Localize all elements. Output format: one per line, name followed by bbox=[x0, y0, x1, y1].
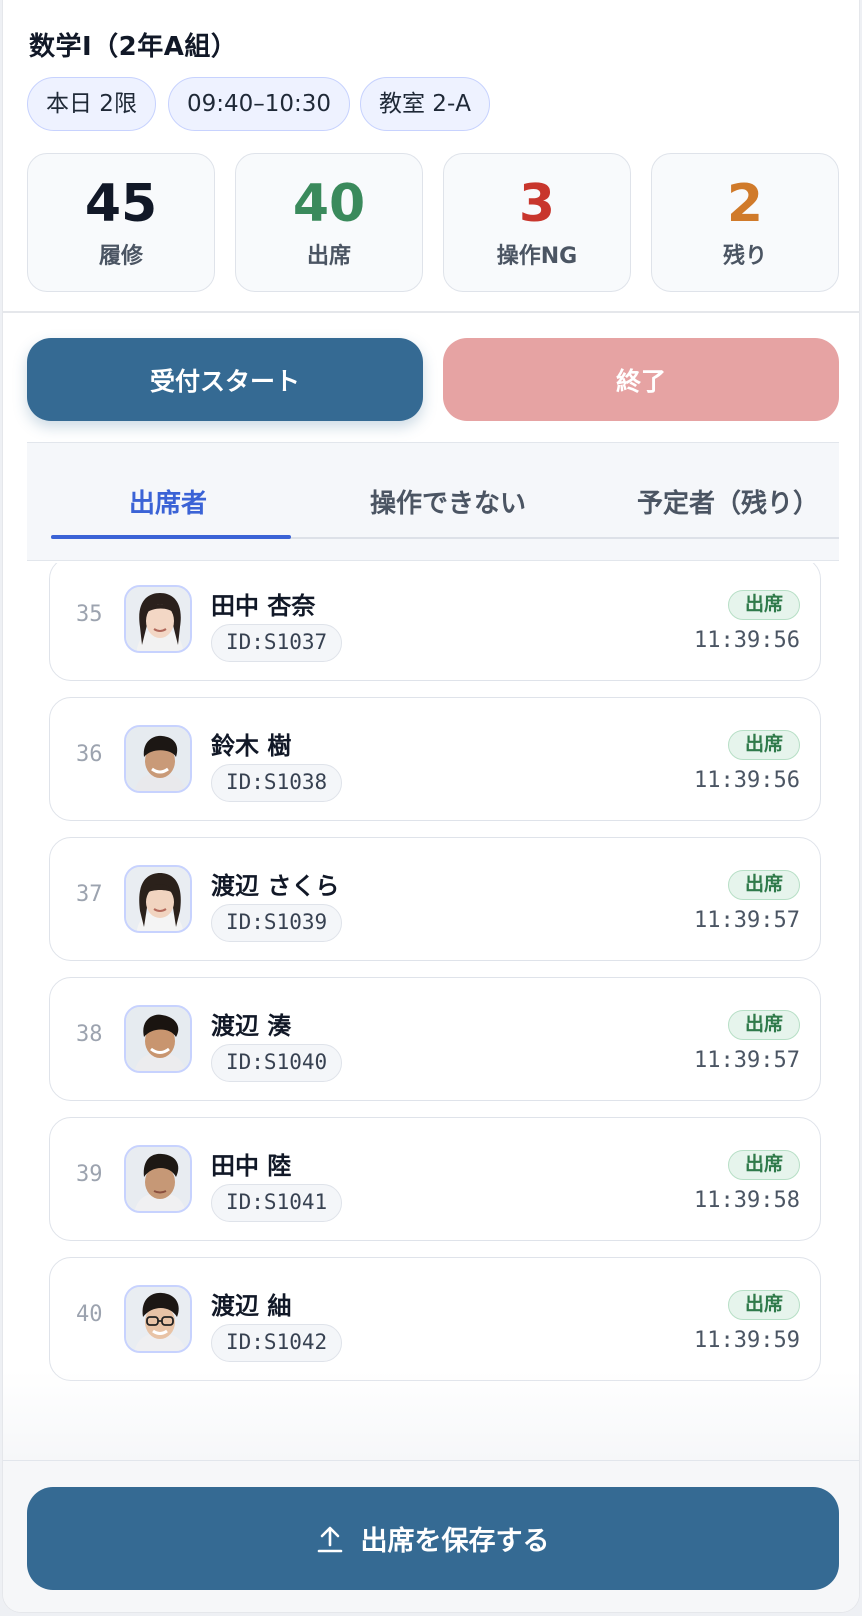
check-in-time: 11:39:56 bbox=[694, 768, 800, 793]
stat-remaining-label: 残り bbox=[722, 244, 767, 269]
stat-present-value: 40 bbox=[292, 174, 366, 234]
student-id: ID:S1038 bbox=[211, 764, 343, 802]
stat-error: 3 操作NG bbox=[443, 153, 631, 292]
avatar bbox=[124, 865, 192, 933]
room-chip: 教室 2-A bbox=[360, 77, 490, 131]
row-index: 40 bbox=[76, 1302, 103, 1327]
avatar bbox=[124, 1145, 192, 1213]
status-badge: 出席 bbox=[727, 1010, 800, 1040]
save-attendance-button[interactable]: 出席を保存する bbox=[27, 1487, 839, 1590]
student-id: ID:S1037 bbox=[211, 624, 343, 662]
stat-error-value: 3 bbox=[518, 174, 556, 234]
stat-remaining: 2 残り bbox=[651, 153, 839, 292]
avatar bbox=[124, 725, 192, 793]
end-button[interactable]: 終了 bbox=[443, 338, 839, 421]
student-name: 渡辺 紬 bbox=[211, 1292, 292, 1320]
tab-cannot-operate[interactable]: 操作できない bbox=[370, 483, 526, 520]
student-photo-icon bbox=[126, 867, 190, 931]
check-in-time: 11:39:57 bbox=[694, 908, 800, 933]
list-item[interactable]: 39 田中 陸 ID:S1041 出席 11:39:58 bbox=[49, 1117, 821, 1241]
stat-enrolled: 45 履修 bbox=[27, 153, 215, 292]
upload-icon bbox=[317, 1526, 342, 1552]
row-index: 35 bbox=[76, 602, 103, 627]
time-range-chip: 09:40–10:30 bbox=[168, 77, 351, 131]
status-badge: 出席 bbox=[727, 590, 800, 620]
status-badge: 出席 bbox=[727, 870, 800, 900]
active-tab-indicator bbox=[51, 535, 291, 539]
attendee-list[interactable]: 35 田中 杏奈 ID:S1037 出席 11:39:56 36 鈴木 樹 ID… bbox=[3, 563, 859, 1459]
avatar bbox=[124, 585, 192, 653]
class-header: 数学I（2年A組） 本日 2限 09:40–10:30 教室 2-A 45 履修… bbox=[3, 0, 859, 313]
status-badge: 出席 bbox=[727, 730, 800, 760]
stat-error-label: 操作NG bbox=[496, 244, 578, 269]
student-name: 渡辺 湊 bbox=[211, 1012, 292, 1040]
check-in-time: 11:39:58 bbox=[694, 1188, 800, 1213]
student-photo-icon bbox=[126, 727, 190, 791]
row-index: 38 bbox=[76, 1022, 103, 1047]
page-title: 数学I（2年A組） bbox=[29, 32, 238, 62]
student-photo-icon bbox=[126, 1147, 190, 1211]
save-button-label: 出席を保存する bbox=[360, 1526, 550, 1557]
stat-remaining-value: 2 bbox=[726, 174, 764, 234]
list-fade bbox=[3, 1370, 859, 1460]
list-item[interactable]: 36 鈴木 樹 ID:S1038 出席 11:39:56 bbox=[49, 697, 821, 821]
avatar bbox=[124, 1285, 192, 1353]
list-item[interactable]: 40 渡辺 紬 ID:S1042 出席 11:39:59 bbox=[49, 1257, 821, 1381]
tab-attendees[interactable]: 出席者 bbox=[129, 483, 207, 520]
status-badge: 出席 bbox=[727, 1150, 800, 1180]
student-name: 鈴木 樹 bbox=[211, 732, 292, 760]
stat-enrolled-label: 履修 bbox=[98, 244, 143, 269]
list-item[interactable]: 37 渡辺 さくら ID:S1039 出席 11:39:57 bbox=[49, 837, 821, 961]
student-id: ID:S1042 bbox=[211, 1324, 343, 1362]
student-photo-icon bbox=[126, 587, 190, 651]
avatar bbox=[124, 1005, 192, 1073]
footer-bar: 出席を保存する bbox=[3, 1460, 859, 1612]
student-id: ID:S1039 bbox=[211, 904, 343, 942]
row-index: 39 bbox=[76, 1162, 103, 1187]
start-reception-button[interactable]: 受付スタート bbox=[27, 338, 423, 421]
stat-present: 40 出席 bbox=[235, 153, 423, 292]
student-name: 田中 杏奈 bbox=[211, 592, 316, 620]
row-index: 36 bbox=[76, 742, 103, 767]
list-item[interactable]: 35 田中 杏奈 ID:S1037 出席 11:39:56 bbox=[49, 563, 821, 681]
student-id: ID:S1041 bbox=[211, 1184, 343, 1222]
student-id: ID:S1040 bbox=[211, 1044, 343, 1082]
tab-scheduled-remaining[interactable]: 予定者（残り） bbox=[637, 483, 819, 520]
student-photo-icon bbox=[126, 1287, 190, 1351]
check-in-time: 11:39:59 bbox=[694, 1328, 800, 1353]
row-index: 37 bbox=[76, 882, 103, 907]
student-name: 渡辺 さくら bbox=[211, 872, 340, 900]
tab-bar: 出席者 操作できない 予定者（残り） bbox=[27, 442, 839, 561]
student-photo-icon bbox=[126, 1007, 190, 1071]
check-in-time: 11:39:57 bbox=[694, 1048, 800, 1073]
stat-present-label: 出席 bbox=[306, 244, 351, 269]
check-in-time: 11:39:56 bbox=[694, 628, 800, 653]
period-chip: 本日 2限 bbox=[27, 77, 156, 131]
status-badge: 出席 bbox=[727, 1290, 800, 1320]
student-name: 田中 陸 bbox=[211, 1152, 292, 1180]
attendance-app: 数学I（2年A組） 本日 2限 09:40–10:30 教室 2-A 45 履修… bbox=[3, 0, 859, 1612]
stat-enrolled-value: 45 bbox=[84, 174, 158, 234]
list-item[interactable]: 38 渡辺 湊 ID:S1040 出席 11:39:57 bbox=[49, 977, 821, 1101]
